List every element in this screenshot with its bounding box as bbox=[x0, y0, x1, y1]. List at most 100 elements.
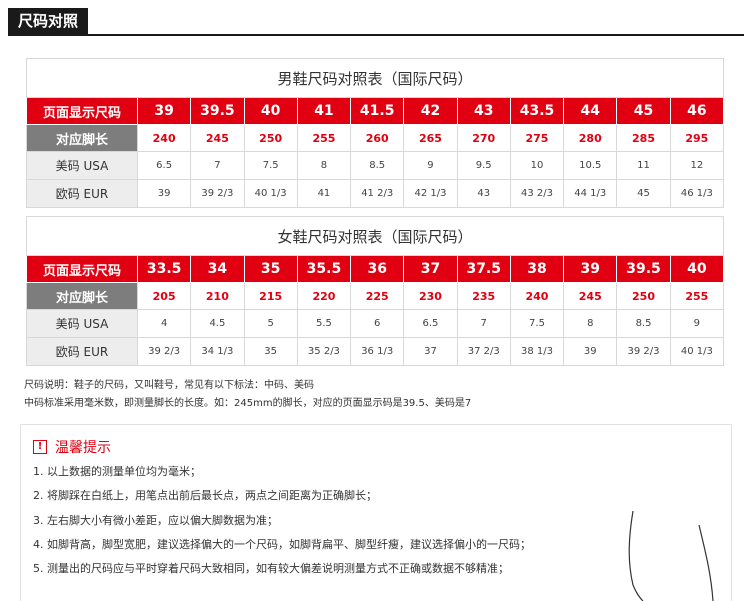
size-note-line-2: 中码标准采用毫米数，即测量脚长的长度。如：245mm的脚长，对应的页面显示码是3… bbox=[24, 398, 472, 409]
table-cell: 240 bbox=[509, 282, 565, 310]
tips-panel: ! 温馨提示 1. 以上数据的测量单位均为毫米； 2. 将脚踩在白纸上，用笔点出… bbox=[20, 424, 732, 601]
table-cell: 40 bbox=[243, 97, 298, 125]
table-cell: 44 1/3 bbox=[563, 179, 618, 208]
table-cell: 35.5 bbox=[296, 255, 352, 283]
table-cell: 35 bbox=[243, 255, 298, 283]
men-foot-length-row: 对应脚长 240 245 250 255 260 265 270 275 280… bbox=[26, 124, 725, 152]
table-cell: 250 bbox=[243, 124, 298, 152]
table-cell: 215 bbox=[243, 282, 298, 310]
table-cell: 40 1/3 bbox=[243, 179, 298, 208]
table-cell: 46 1/3 bbox=[669, 179, 725, 208]
table-cell: 41.5 bbox=[350, 97, 405, 125]
row-label: 对应脚长 bbox=[26, 124, 138, 152]
table-cell: 36 1/3 bbox=[350, 337, 405, 366]
table-cell: 265 bbox=[403, 124, 458, 152]
row-label: 页面显示尺码 bbox=[26, 255, 138, 283]
women-size-table: 女鞋尺码对照表（国际尺码） 页面显示尺码 33.5 34 35 35.5 36 … bbox=[26, 216, 725, 366]
table-cell: 39 bbox=[136, 97, 192, 125]
table-cell: 250 bbox=[616, 282, 671, 310]
men-usa-row: 美码 USA 6.5 7 7.5 8 8.5 9 9.5 10 10.5 11 … bbox=[26, 151, 725, 180]
table-cell: 260 bbox=[350, 124, 405, 152]
table-cell: 37 bbox=[403, 255, 458, 283]
tips-title: 温馨提示 bbox=[55, 440, 111, 456]
table-cell: 240 bbox=[136, 124, 192, 152]
table-cell: 40 bbox=[669, 255, 725, 283]
women-table-title: 女鞋尺码对照表（国际尺码） bbox=[26, 216, 724, 256]
table-cell: 37.5 bbox=[456, 255, 511, 283]
table-cell: 12 bbox=[669, 151, 725, 180]
table-cell: 210 bbox=[190, 282, 245, 310]
row-label: 欧码 EUR bbox=[26, 179, 138, 208]
table-cell: 230 bbox=[403, 282, 458, 310]
women-display-size-row: 页面显示尺码 33.5 34 35 35.5 36 37 37.5 38 39 … bbox=[26, 255, 725, 283]
table-cell: 45 bbox=[616, 179, 671, 208]
tip-item: 3. 左右脚大小有微小差距，应以偏大脚数据为准； bbox=[33, 514, 278, 527]
table-cell: 36 bbox=[350, 255, 405, 283]
table-cell: 38 bbox=[509, 255, 565, 283]
table-cell: 8 bbox=[296, 151, 352, 180]
women-eur-row: 欧码 EUR 39 2/3 34 1/3 35 35 2/3 36 1/3 37… bbox=[26, 337, 725, 366]
table-cell: 38 1/3 bbox=[509, 337, 565, 366]
table-cell: 33.5 bbox=[136, 255, 192, 283]
table-cell: 245 bbox=[563, 282, 618, 310]
table-cell: 205 bbox=[136, 282, 192, 310]
table-cell: 43.5 bbox=[509, 97, 565, 125]
table-cell: 42 1/3 bbox=[403, 179, 458, 208]
table-cell: 255 bbox=[296, 124, 352, 152]
tips-header: ! 温馨提示 bbox=[33, 437, 111, 457]
table-cell: 35 2/3 bbox=[296, 337, 352, 366]
women-table-title-row: 女鞋尺码对照表（国际尺码） bbox=[26, 216, 724, 256]
table-cell: 7.5 bbox=[509, 309, 565, 338]
tip-item: 2. 将脚踩在白纸上，用笔点出前后最长点，两点之间距离为正确脚长； bbox=[33, 489, 377, 502]
table-cell: 5.5 bbox=[296, 309, 352, 338]
table-cell: 245 bbox=[190, 124, 245, 152]
table-cell: 39 2/3 bbox=[136, 337, 192, 366]
table-cell: 225 bbox=[350, 282, 405, 310]
table-cell: 39.5 bbox=[190, 97, 245, 125]
table-cell: 34 1/3 bbox=[190, 337, 245, 366]
table-cell: 45 bbox=[616, 97, 671, 125]
tip-item: 4. 如脚背高，脚型宽肥，建议选择偏大的一个尺码，如脚背扁平、脚型纤瘦，建议选择… bbox=[33, 538, 531, 551]
table-cell: 37 2/3 bbox=[456, 337, 511, 366]
table-cell: 280 bbox=[563, 124, 618, 152]
table-cell: 9 bbox=[403, 151, 458, 180]
table-cell: 235 bbox=[456, 282, 511, 310]
table-cell: 8 bbox=[563, 309, 618, 338]
table-cell: 35 bbox=[243, 337, 298, 366]
table-cell: 285 bbox=[616, 124, 671, 152]
men-display-size-row: 页面显示尺码 39 39.5 40 41 41.5 42 43 43.5 44 … bbox=[26, 97, 725, 125]
header-divider bbox=[8, 34, 744, 36]
table-cell: 40 1/3 bbox=[669, 337, 725, 366]
table-cell: 42 bbox=[403, 97, 458, 125]
table-cell: 43 2/3 bbox=[509, 179, 565, 208]
row-label: 对应脚长 bbox=[26, 282, 138, 310]
size-note-line-1: 尺码说明：鞋子的尺码，又叫鞋号，常见有以下标法：中码、美码 bbox=[24, 380, 314, 391]
men-eur-row: 欧码 EUR 39 39 2/3 40 1/3 41 41 2/3 42 1/3… bbox=[26, 179, 725, 208]
table-cell: 10 bbox=[509, 151, 565, 180]
table-cell: 270 bbox=[456, 124, 511, 152]
table-cell: 275 bbox=[509, 124, 565, 152]
table-cell: 39 2/3 bbox=[616, 337, 671, 366]
row-label: 美码 USA bbox=[26, 309, 138, 338]
table-cell: 10.5 bbox=[563, 151, 618, 180]
table-cell: 9 bbox=[669, 309, 725, 338]
table-cell: 8.5 bbox=[350, 151, 405, 180]
row-label: 页面显示尺码 bbox=[26, 97, 138, 125]
women-usa-row: 美码 USA 4 4.5 5 5.5 6 6.5 7 7.5 8 8.5 9 bbox=[26, 309, 725, 338]
table-cell: 7.5 bbox=[243, 151, 298, 180]
women-foot-length-row: 对应脚长 205 210 215 220 225 230 235 240 245… bbox=[26, 282, 725, 310]
table-cell: 295 bbox=[669, 124, 725, 152]
warning-icon: ! bbox=[33, 440, 47, 454]
row-label: 欧码 EUR bbox=[26, 337, 138, 366]
table-cell: 39.5 bbox=[616, 255, 671, 283]
men-table-title-row: 男鞋尺码对照表（国际尺码） bbox=[26, 58, 724, 98]
table-cell: 41 bbox=[296, 179, 352, 208]
table-cell: 44 bbox=[563, 97, 618, 125]
tip-item: 1. 以上数据的测量单位均为毫米； bbox=[33, 465, 201, 478]
table-cell: 6.5 bbox=[403, 309, 458, 338]
table-cell: 220 bbox=[296, 282, 352, 310]
table-cell: 8.5 bbox=[616, 309, 671, 338]
table-cell: 4.5 bbox=[190, 309, 245, 338]
table-cell: 11 bbox=[616, 151, 671, 180]
table-cell: 41 2/3 bbox=[350, 179, 405, 208]
